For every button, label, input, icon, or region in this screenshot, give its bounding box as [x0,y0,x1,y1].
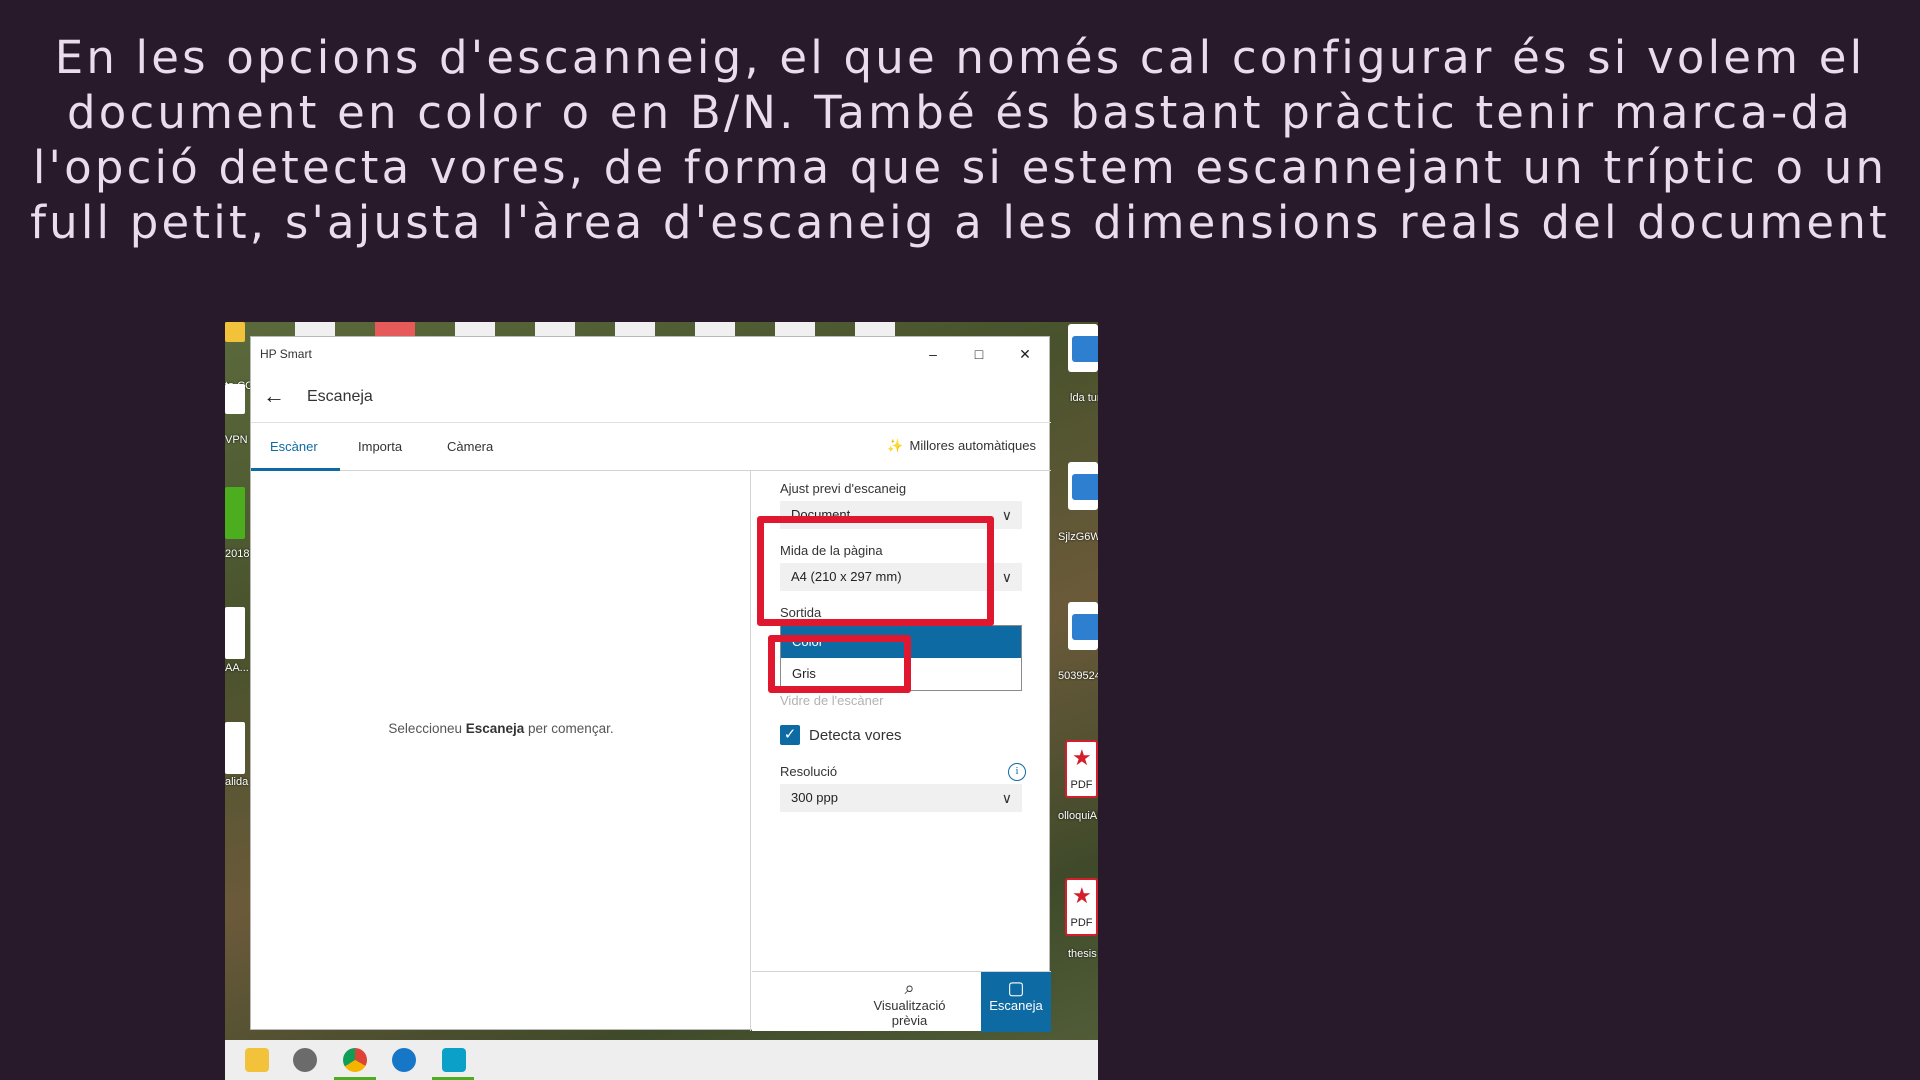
chevron-down-icon: ∨ [1001,507,1012,523]
chevron-down-icon: ∨ [1001,569,1012,585]
action-bar: ⌕ Visualització prèvia ▢ Escaneja [752,971,1051,1032]
tab-camera[interactable]: Càmera [447,439,493,454]
preset-label: Ajust previ d'escaneig [780,481,907,496]
desktop-label: olloquiAP [1058,810,1098,822]
nav-bar: ← Escaneja [251,375,1051,423]
detect-edges-checkbox[interactable]: ✓ [780,725,800,745]
maximize-icon[interactable]: □ [959,342,999,366]
resolution-label: Resolució [780,764,838,779]
close-icon[interactable]: ✕ [1005,342,1045,366]
acrobat-icon: ★ [1072,746,1092,771]
desktop-label: 2018 [225,548,250,560]
resolution-select[interactable]: 300 ppp ∨ [780,784,1022,812]
scan-preview-area: Seleccioneu Escaneja per començar. [251,471,751,1031]
window-title: HP Smart [260,347,312,361]
desktop-right-column: lda tur SjlzG6WA 50395243 ★ PDF olloquiA… [1058,322,1098,1042]
pdf-file-icon[interactable]: ★ PDF [1065,878,1098,936]
hp-smart-window: HP Smart – □ ✕ ← Escaneja Escàner Import… [250,336,1051,1032]
scan-button[interactable]: ▢ Escaneja [981,972,1051,1032]
output-highlight-box [757,516,994,626]
magic-wand-icon: ✨ [887,438,904,453]
screenshot: ta CO. VPN 2018 AA... alida lda tur Sjlz… [225,322,1098,1080]
desktop-label: SjlzG6WA [1058,531,1098,543]
preview-message: Seleccioneu Escaneja per començar. [388,721,614,736]
info-icon[interactable]: i [1008,763,1026,781]
gimp-icon[interactable] [293,1048,317,1072]
acrobat-icon: ★ [1072,884,1092,909]
image-file-icon[interactable] [1068,462,1098,510]
file-explorer-icon[interactable] [245,1048,269,1072]
desktop-label: thesis [1068,948,1097,960]
file-icon[interactable] [225,384,245,414]
taskbar [225,1040,1098,1080]
auto-enhancements-button[interactable]: ✨ Millores automàtiques [887,438,1036,454]
preview-button[interactable]: ⌕ Visualització prèvia [862,972,957,1032]
tab-scanner[interactable]: Escàner [270,439,318,454]
desktop-label: lda tur [1070,392,1098,404]
chrome-icon[interactable] [343,1048,367,1072]
file-icon[interactable] [225,607,245,659]
slide-caption: En les opcions d'escanneig, el que només… [30,31,1890,249]
desktop-label: alida [225,776,249,788]
desktop-top-files [285,322,1055,336]
hp-smart-icon[interactable] [442,1048,466,1072]
image-file-icon[interactable] [1068,602,1098,650]
desktop-label: VPN [225,434,248,446]
preview-icon: ⌕ [904,978,915,998]
back-arrow-icon[interactable]: ← [263,383,285,409]
desktop-label: AA... [225,662,249,674]
detect-edges-label[interactable]: Detecta vores [809,727,902,744]
minimize-icon[interactable]: – [913,342,953,366]
tab-import[interactable]: Importa [358,439,402,454]
pdf-file-icon[interactable]: ★ PDF [1065,740,1098,798]
app-icon[interactable] [225,487,245,539]
source-select-faded[interactable]: Vidre de l'escàner [780,693,883,708]
edge-icon[interactable] [392,1048,416,1072]
folder-icon[interactable] [225,322,245,342]
scan-icon: ▢ [1007,978,1025,998]
image-file-icon[interactable] [1068,324,1098,372]
desktop-left-column: ta CO. VPN 2018 AA... alida [225,322,257,1042]
desktop-label: 50395243 [1058,670,1098,682]
chevron-down-icon: ∨ [1001,790,1012,806]
page-title: Escaneja [307,388,373,405]
tab-bar: Escàner Importa Càmera ✨ Millores automàt… [251,423,1051,471]
file-icon[interactable] [225,722,245,774]
detect-edges-highlight-box [768,635,911,693]
